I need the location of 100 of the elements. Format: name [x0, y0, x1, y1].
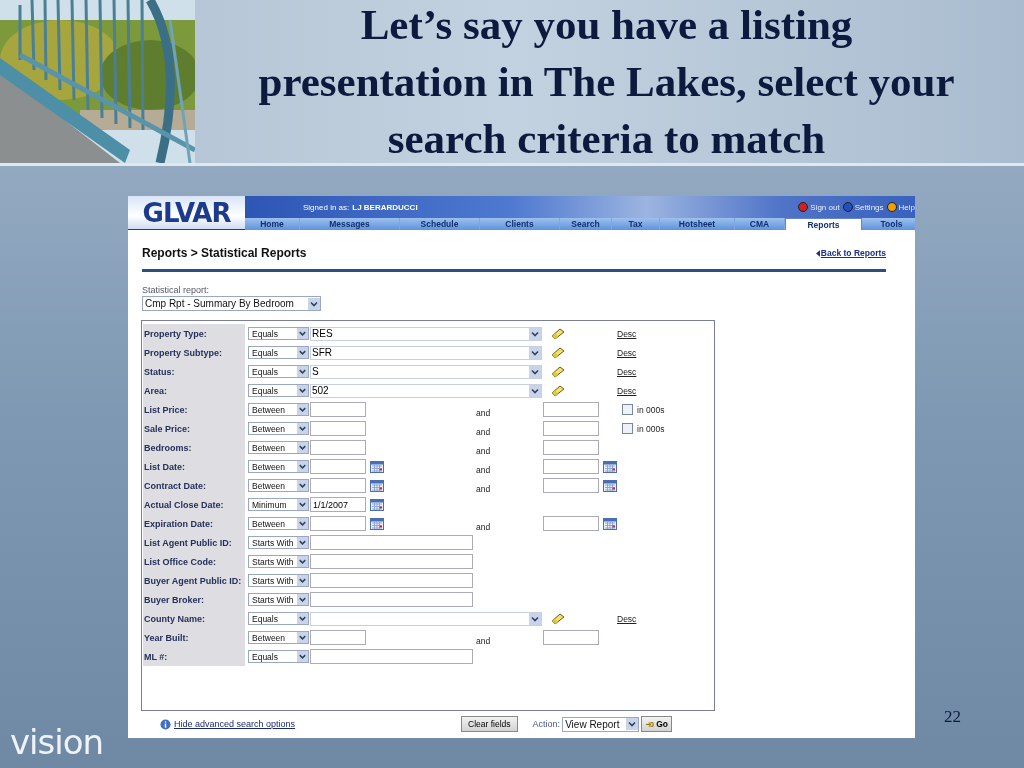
- nav-tab[interactable]: Tax: [612, 218, 660, 230]
- operator-dropdown[interactable]: Starts With: [248, 555, 309, 568]
- nav-tab[interactable]: Search: [560, 218, 612, 230]
- nav-tab[interactable]: Home: [245, 218, 300, 230]
- text-field[interactable]: [310, 516, 366, 531]
- text-field[interactable]: [543, 630, 599, 645]
- page-heading: Reports > Statistical Reports: [142, 246, 307, 260]
- field-label: Buyer Agent Public ID:: [143, 571, 245, 590]
- checkbox-label: in 000s: [637, 404, 665, 415]
- dropdown-arrow-icon: [297, 347, 308, 358]
- hide-options-link[interactable]: Hide advanced search options: [174, 719, 296, 729]
- text-field[interactable]: [543, 459, 599, 474]
- action-dropdown[interactable]: View Report: [562, 716, 640, 732]
- desc-link[interactable]: Desc: [617, 328, 714, 339]
- nav-tab[interactable]: Clients: [480, 218, 560, 230]
- slide-title: Let’s say you have a listing presentation in The Lakes, select your search criteria to match: [257, 0, 956, 164]
- dropdown-arrow-icon: [297, 385, 308, 396]
- text-field[interactable]: [310, 459, 366, 474]
- eraser-icon[interactable]: [551, 346, 565, 359]
- eraser-icon[interactable]: [551, 365, 565, 378]
- value-dropdown[interactable]: [310, 611, 542, 626]
- checkbox[interactable]: [622, 423, 633, 434]
- and-label: and: [476, 635, 492, 646]
- operator-dropdown[interactable]: Between: [248, 517, 309, 530]
- desc-link[interactable]: Desc: [617, 366, 714, 377]
- nav-tab[interactable]: Reports: [785, 218, 862, 230]
- text-field[interactable]: [310, 402, 366, 417]
- eraser-icon[interactable]: [551, 384, 565, 397]
- operator-dropdown[interactable]: Equals: [248, 346, 309, 359]
- clear-fields-button[interactable]: Clear fields: [461, 716, 518, 732]
- operator-dropdown[interactable]: Starts With: [248, 574, 309, 587]
- calendar-icon[interactable]: [370, 517, 384, 530]
- dropdown-arrow-icon: [297, 651, 308, 662]
- text-field[interactable]: [543, 440, 599, 455]
- back-link[interactable]: Back to Reports: [820, 248, 886, 258]
- header-link[interactable]: Settings: [854, 202, 884, 212]
- text-field[interactable]: [543, 402, 599, 417]
- operator-dropdown[interactable]: Equals: [248, 327, 309, 340]
- text-field[interactable]: [543, 516, 599, 531]
- calendar-icon[interactable]: [603, 460, 617, 473]
- dropdown-arrow-icon: [297, 480, 308, 491]
- value-dropdown[interactable]: 502: [310, 383, 542, 398]
- dropdown-arrow-icon: [297, 632, 308, 643]
- text-field[interactable]: [310, 649, 473, 664]
- field-label: ML #:: [143, 647, 245, 666]
- text-field[interactable]: [310, 630, 366, 645]
- desc-link[interactable]: Desc: [617, 385, 714, 396]
- operator-dropdown[interactable]: Between: [248, 422, 309, 435]
- operator-dropdown[interactable]: Starts With: [248, 593, 309, 606]
- operator-dropdown[interactable]: Between: [248, 631, 309, 644]
- calendar-icon[interactable]: [370, 460, 384, 473]
- checkbox[interactable]: [622, 404, 633, 415]
- calendar-icon[interactable]: [370, 498, 384, 511]
- dropdown-arrow-icon: [297, 366, 308, 377]
- value-dropdown[interactable]: RES: [310, 326, 542, 341]
- eraser-icon[interactable]: [551, 612, 565, 625]
- text-field[interactable]: [310, 592, 473, 607]
- and-label: and: [476, 464, 492, 475]
- text-field[interactable]: [543, 478, 599, 493]
- operator-dropdown[interactable]: Between: [248, 479, 309, 492]
- nav-tab[interactable]: Tools: [862, 218, 915, 230]
- header-link[interactable]: Help: [898, 202, 915, 212]
- operator-dropdown[interactable]: Between: [248, 460, 309, 473]
- nav-tab[interactable]: Hotsheet: [660, 218, 735, 230]
- text-field[interactable]: 1/1/2007: [310, 497, 366, 512]
- operator-dropdown[interactable]: Between: [248, 403, 309, 416]
- text-field[interactable]: [310, 421, 366, 436]
- text-field[interactable]: [310, 440, 366, 455]
- operator-dropdown[interactable]: Starts With: [248, 536, 309, 549]
- left-triangle-icon: [815, 249, 820, 257]
- info-icon: [160, 718, 171, 730]
- text-field[interactable]: [543, 421, 599, 436]
- operator-dropdown[interactable]: Equals: [248, 384, 309, 397]
- desc-link[interactable]: Desc: [617, 347, 714, 358]
- nav-tab[interactable]: Messages: [300, 218, 400, 230]
- calendar-icon[interactable]: [370, 479, 384, 492]
- field-label: List Date:: [143, 457, 245, 476]
- report-dropdown[interactable]: Cmp Rpt - Summary By Bedroom: [142, 296, 321, 311]
- text-field[interactable]: [310, 554, 473, 569]
- operator-dropdown[interactable]: Equals: [248, 612, 309, 625]
- header-link[interactable]: Sign out: [810, 202, 840, 212]
- operator-dropdown[interactable]: Between: [248, 441, 309, 454]
- field-label: County Name:: [143, 609, 245, 628]
- value-dropdown[interactable]: SFR: [310, 345, 542, 360]
- text-field[interactable]: [310, 478, 366, 493]
- go-button[interactable]: Go: [641, 716, 672, 732]
- calendar-icon[interactable]: [603, 517, 617, 530]
- brand-text: vision: [10, 722, 104, 762]
- nav-tab[interactable]: Schedule: [400, 218, 480, 230]
- operator-dropdown[interactable]: Minimum: [248, 498, 309, 511]
- field-label: Property Type:: [143, 324, 245, 343]
- text-field[interactable]: [310, 573, 473, 588]
- text-field[interactable]: [310, 535, 473, 550]
- calendar-icon[interactable]: [603, 479, 617, 492]
- desc-link[interactable]: Desc: [617, 613, 714, 624]
- eraser-icon[interactable]: [551, 327, 565, 340]
- value-dropdown[interactable]: S: [310, 364, 542, 379]
- operator-dropdown[interactable]: Equals: [248, 365, 309, 378]
- field-label: Area:: [143, 381, 245, 400]
- operator-dropdown[interactable]: Equals: [248, 650, 309, 663]
